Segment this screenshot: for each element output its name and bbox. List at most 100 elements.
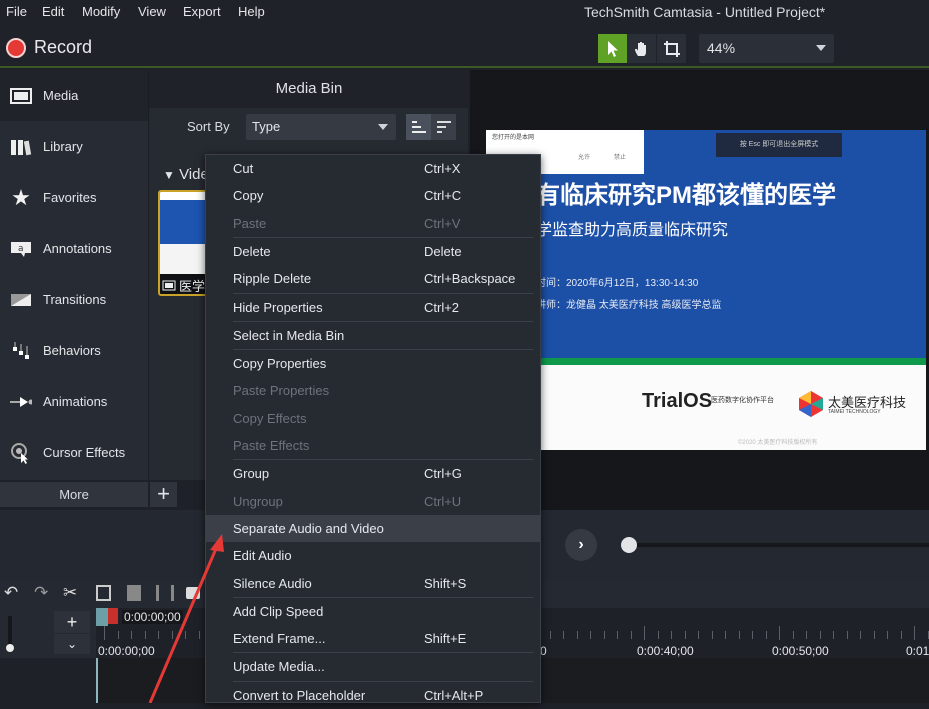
menu-help[interactable]: Help: [238, 4, 265, 19]
redo-icon[interactable]: ↷: [34, 583, 48, 603]
menu-view[interactable]: View: [138, 4, 166, 19]
sidebar-item-label: Animations: [43, 394, 108, 409]
context-menu-item[interactable]: Paste Ctrl+V: [206, 210, 540, 237]
books-icon: [10, 136, 32, 158]
cut-scissors-icon[interactable]: ✂: [63, 583, 77, 603]
esc-hint: 按 Esc 即可退出全屏模式: [716, 133, 842, 157]
zoom-value: 44%: [707, 40, 736, 56]
menu-modify[interactable]: Modify: [82, 4, 120, 19]
record-icon: [6, 37, 26, 58]
sidebar-item-annotations[interactable]: a Annotations: [0, 223, 148, 274]
record-button[interactable]: Record: [6, 37, 92, 58]
ruler-tick: [779, 626, 780, 640]
slide-speaker: 讲师：龙健晶 太美医疗科技 高级医学总监: [536, 300, 722, 311]
behaviors-icon: [10, 340, 32, 362]
trialos-tagline: 医药数字化协作平台: [711, 397, 774, 404]
context-menu-item[interactable]: Silence Audio Shift+S: [206, 570, 540, 597]
context-menu-item[interactable]: Separate Audio and Video: [206, 514, 540, 542]
select-tool-button[interactable]: [598, 34, 627, 63]
sidebar-item-label: Favorites: [43, 190, 97, 205]
sidebar-item-library[interactable]: Library: [0, 121, 148, 172]
media-clip-thumbnail[interactable]: 医学: [158, 190, 210, 296]
speech-bubble-icon: a: [10, 238, 32, 260]
menu-item-label: Copy: [233, 188, 264, 204]
cursor-effects-icon: [10, 442, 32, 464]
crop-tool-button[interactable]: [657, 34, 686, 63]
sidebar-item-media[interactable]: Media: [0, 70, 148, 121]
context-menu-item[interactable]: Update Media...: [206, 653, 540, 680]
more-button[interactable]: More: [0, 482, 148, 507]
sort-view-button[interactable]: [431, 114, 456, 140]
context-menu-item[interactable]: Select in Media Bin: [206, 322, 540, 349]
sidebar-item-label: Media: [43, 88, 79, 103]
ruler-tick: [738, 631, 740, 639]
sidebar-item-behaviors[interactable]: Behaviors: [0, 325, 148, 376]
context-menu-item[interactable]: Group Ctrl+G: [206, 460, 540, 487]
star-icon: ★: [11, 184, 31, 210]
context-menu-item[interactable]: Copy Effects: [206, 405, 540, 432]
context-menu-item[interactable]: Ripple Delete Ctrl+Backspace: [206, 265, 540, 292]
context-menu-item[interactable]: Paste Properties: [206, 377, 540, 404]
context-menu-item[interactable]: Paste Effects: [206, 432, 540, 459]
track-options-button[interactable]: ⌄: [54, 634, 90, 654]
menu-file[interactable]: File: [6, 4, 27, 19]
ruler-tick: [698, 631, 699, 639]
pan-tool-button[interactable]: [627, 34, 656, 63]
context-menu-item[interactable]: Delete Delete: [206, 238, 540, 265]
ruler-tick: [900, 631, 902, 639]
context-menu-item[interactable]: Ungroup Ctrl+U: [206, 488, 540, 515]
scrubber-track[interactable]: [628, 543, 929, 547]
video-group-header[interactable]: ▼ Vide: [163, 166, 209, 183]
context-menu-item[interactable]: Copy Ctrl+C: [206, 182, 540, 209]
context-menu-item[interactable]: Cut Ctrl+X: [206, 155, 540, 182]
slide-time: 时间：2020年6月12日，13:30-14:30: [536, 278, 699, 289]
ruler-tick: [765, 631, 767, 639]
app-title: TechSmith Camtasia - Untitled Project*: [584, 4, 826, 20]
transition-icon: [10, 289, 32, 311]
add-track-button[interactable]: +: [54, 611, 90, 633]
track-height-handle[interactable]: [6, 644, 14, 652]
slide-subtitle: 学监查助力高质量临床研究: [536, 222, 729, 239]
paste-icon[interactable]: [127, 585, 141, 601]
ruler-tick: [644, 626, 645, 640]
details-view-button[interactable]: [406, 114, 431, 140]
context-menu-item[interactable]: Copy Properties: [206, 350, 540, 377]
video-frame[interactable]: 您打开的是本网 允许 禁止 按 Esc 即可退出全屏模式 有临床研究PM都该懂的…: [486, 130, 926, 450]
sort-by-dropdown[interactable]: Type: [246, 114, 396, 140]
context-menu-item[interactable]: Extend Frame... Shift+E: [206, 625, 540, 652]
sidebar-item-label: Behaviors: [43, 343, 101, 358]
menu-edit[interactable]: Edit: [42, 4, 64, 19]
copy-icon[interactable]: [96, 585, 111, 601]
ruler-tick: [603, 631, 605, 639]
taimei-logo-icon: [799, 391, 823, 417]
list-view-icon: [411, 121, 426, 133]
menu-item-shortcut: Ctrl+X: [424, 161, 461, 176]
sidebar-item-favorites[interactable]: ★ Favorites: [0, 172, 148, 223]
ruler-label: 0:00:50;00: [772, 644, 829, 658]
context-menu-item[interactable]: Convert to Placeholder Ctrl+Alt+P: [206, 682, 540, 709]
scrubber-handle[interactable]: [621, 537, 637, 553]
slide-green-stripe: [486, 358, 926, 365]
popup-block: 禁止: [614, 155, 627, 161]
ruler-tick: [104, 626, 105, 640]
ruler-tick: [792, 631, 794, 639]
menu-export[interactable]: Export: [183, 4, 221, 19]
context-menu-item[interactable]: Hide Properties Ctrl+2: [206, 294, 540, 321]
undo-icon[interactable]: ↶: [4, 583, 18, 603]
menu-item-label: Delete: [233, 243, 271, 259]
next-frame-button[interactable]: ›: [565, 529, 597, 561]
sidebar-item-transitions[interactable]: Transitions: [0, 274, 148, 325]
sidebar-item-animations[interactable]: Animations: [0, 376, 148, 427]
menu-item-label: Extend Frame...: [233, 631, 326, 647]
video-clip-icon: [162, 280, 176, 291]
menu-item-label: Paste: [233, 215, 267, 231]
selection-start-marker[interactable]: [96, 608, 108, 626]
menu-item-shortcut: Ctrl+G: [424, 466, 462, 482]
context-menu-item[interactable]: Edit Audio: [206, 542, 540, 569]
playhead-marker[interactable]: [108, 608, 118, 624]
add-button[interactable]: +: [150, 482, 177, 507]
sidebar-item-cursor-effects[interactable]: Cursor Effects: [0, 427, 148, 478]
zoom-dropdown[interactable]: 44%: [699, 34, 834, 63]
film-icon: [10, 85, 32, 107]
context-menu-item[interactable]: Add Clip Speed: [206, 598, 540, 625]
